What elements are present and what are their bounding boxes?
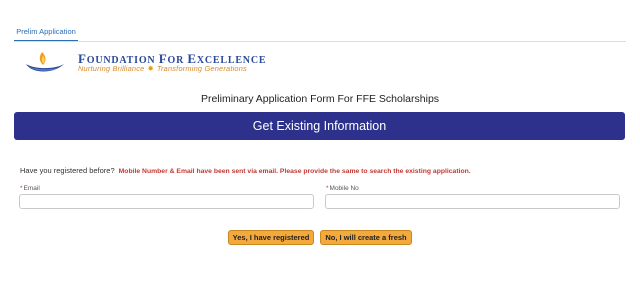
required-mark: *	[20, 185, 23, 192]
registered-question: Have you registered before? Mobile Number…	[20, 166, 471, 175]
no-create-fresh-button[interactable]: No, I will create a fresh	[320, 230, 412, 245]
hands-flame-icon	[26, 52, 64, 72]
logo-tagline: Nurturing Brilliance ✸ Transforming Genera…	[78, 64, 247, 73]
yes-registered-button[interactable]: Yes, I have registered	[228, 230, 314, 245]
warning-note: Mobile Number & Email have been sent via…	[118, 168, 471, 175]
email-label: *Email	[20, 185, 40, 192]
tab-bar: Prelim Application	[0, 0, 640, 42]
email-field[interactable]	[19, 194, 314, 209]
get-existing-info-banner: Get Existing Information	[14, 112, 625, 140]
question-text: Have you registered before?	[20, 166, 115, 175]
required-mark: *	[326, 185, 329, 192]
tab-prelim-application[interactable]: Prelim Application	[14, 26, 78, 42]
mobile-field[interactable]	[325, 194, 620, 209]
mobile-label: *Mobile No	[326, 185, 359, 192]
tagline-right: Transforming Generations	[156, 64, 247, 73]
form-title: Preliminary Application Form For FFE Sch…	[200, 93, 440, 105]
tab-divider	[14, 41, 626, 42]
star-icon: ✸	[147, 64, 154, 73]
tagline-left: Nurturing Brilliance	[78, 64, 145, 73]
ffe-logo: FOUNDATION FOR EXCELLENCE Nurturing Bril…	[24, 50, 324, 76]
